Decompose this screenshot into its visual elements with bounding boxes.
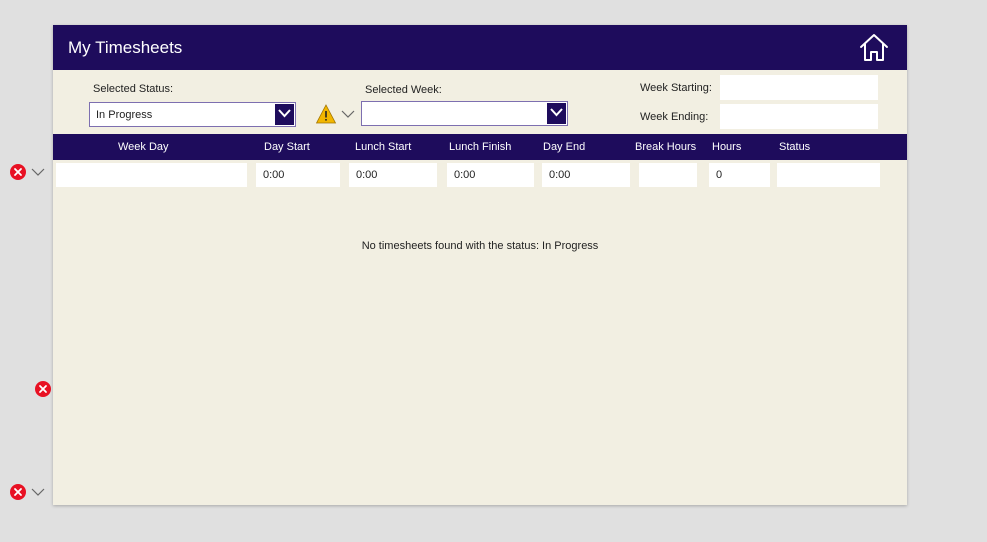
- error-icon: [10, 164, 26, 180]
- warning-icon: [315, 104, 337, 124]
- chevron-down-icon: [278, 109, 291, 118]
- column-header-day-end: Day End: [543, 141, 586, 153]
- status-field[interactable]: [777, 163, 880, 187]
- empty-state-message: No timesheets found with the status: In …: [361, 240, 599, 252]
- timesheets-screen: My Timesheets Selected Status: In Progre…: [53, 25, 907, 505]
- error-indicator-3[interactable]: [9, 483, 49, 501]
- error-indicator-1[interactable]: [9, 163, 49, 181]
- timesheet-table-header: Week Day Day Start Lunch Start Lunch Fin…: [53, 134, 907, 160]
- column-header-status: Status: [779, 141, 811, 153]
- week-ending-label: Week Ending:: [640, 111, 709, 123]
- break-hours-field[interactable]: [639, 163, 697, 187]
- column-header-day-start: Day Start: [264, 141, 310, 153]
- home-icon: [860, 34, 888, 61]
- selected-status-label: Selected Status:: [93, 83, 174, 95]
- week-starting-label: Week Starting:: [640, 82, 712, 94]
- status-dropdown-value: In Progress: [96, 109, 153, 121]
- chevron-down-icon: [550, 108, 563, 117]
- header-bar: My Timesheets: [53, 25, 907, 70]
- status-dropdown[interactable]: In Progress: [89, 102, 296, 127]
- warning-indicator[interactable]: [315, 104, 356, 124]
- day-start-field[interactable]: 0:00: [256, 163, 340, 187]
- week-ending-field[interactable]: [720, 104, 878, 129]
- column-header-lunch-start: Lunch Start: [355, 141, 412, 153]
- selected-week-label: Selected Week:: [365, 84, 442, 96]
- column-header-lunch-finish: Lunch Finish: [449, 141, 512, 153]
- column-header-hours: Hours: [712, 141, 742, 153]
- week-dropdown[interactable]: [361, 101, 568, 126]
- week-day-field[interactable]: [56, 163, 247, 187]
- chevron-down-icon: [31, 488, 45, 496]
- home-button[interactable]: [859, 33, 889, 63]
- chevron-down-icon: [341, 110, 355, 118]
- error-icon: [10, 484, 26, 500]
- lunch-start-field[interactable]: 0:00: [349, 163, 437, 187]
- chevron-down-icon: [31, 168, 45, 176]
- lunch-finish-field[interactable]: 0:00: [447, 163, 534, 187]
- error-icon: [35, 381, 51, 397]
- week-starting-field[interactable]: [720, 75, 878, 100]
- week-dropdown-toggle[interactable]: [547, 103, 566, 124]
- status-dropdown-toggle[interactable]: [275, 104, 294, 125]
- column-header-break-hours: Break Hours: [635, 141, 697, 153]
- hours-field[interactable]: 0: [709, 163, 770, 187]
- day-end-field[interactable]: 0:00: [542, 163, 630, 187]
- page-title: My Timesheets: [68, 38, 183, 57]
- column-header-week-day: Week Day: [118, 141, 169, 153]
